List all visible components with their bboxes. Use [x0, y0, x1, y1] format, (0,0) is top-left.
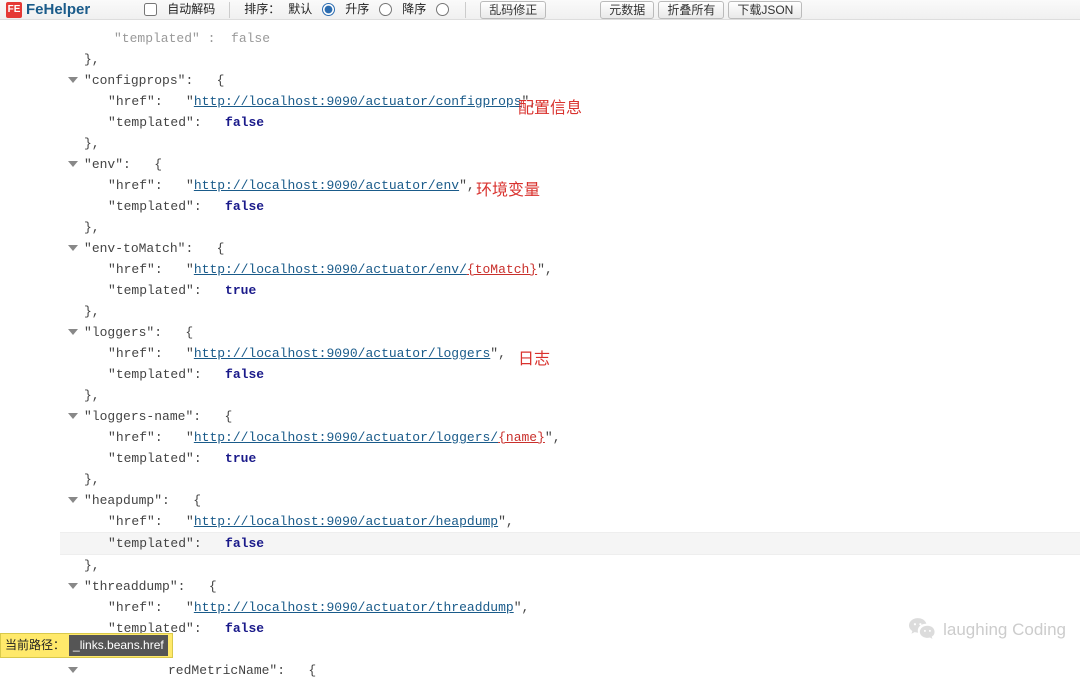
json-key: redMetricName: [168, 663, 269, 678]
href-link[interactable]: http://localhost:9090/actuator/env: [194, 178, 459, 193]
expand-toggle-icon[interactable]: [68, 413, 78, 419]
annotation-label: 配置信息: [518, 98, 582, 119]
href-link[interactable]: http://localhost:9090/actuator/loggers/: [194, 430, 498, 445]
brand-logo-icon: FE: [6, 2, 22, 18]
bool-value: false: [225, 536, 264, 551]
bool-value: false: [225, 115, 264, 130]
json-key: threaddump: [92, 579, 170, 594]
download-json-button[interactable]: 下载JSON: [728, 1, 802, 19]
annotation-label: 日志: [518, 349, 550, 370]
auto-decode-label: 自动解码: [167, 0, 215, 20]
annotation-label: 环境变量: [476, 180, 540, 201]
expand-toggle-icon[interactable]: [68, 245, 78, 251]
json-key: env-toMatch: [92, 241, 178, 256]
expand-toggle-icon[interactable]: [68, 667, 78, 673]
json-key: loggers: [92, 325, 147, 340]
json-key: heapdump: [92, 493, 154, 508]
brace-close: },: [84, 52, 100, 67]
bool-value: true: [225, 283, 256, 298]
href-variable[interactable]: {toMatch}: [467, 262, 537, 277]
href-link[interactable]: http://localhost:9090/actuator/threaddum…: [194, 600, 514, 615]
brand-name: FeHelper: [26, 0, 90, 20]
sort-label: 排序：: [244, 0, 280, 20]
separator-icon: [229, 2, 230, 18]
href-link[interactable]: http://localhost:9090/actuator/env/: [194, 262, 467, 277]
current-path-bar: 当前路径： _links.beans.href: [0, 633, 173, 658]
sort-radio-desc[interactable]: [436, 3, 449, 16]
toolbar: FE FeHelper 自动解码 排序： 默认 升序 降序 乱码修正 元数据 折…: [0, 0, 1080, 20]
json-key: configprops: [92, 73, 178, 88]
expand-toggle-icon[interactable]: [68, 583, 78, 589]
sort-opt-default-label: 默认: [288, 0, 312, 20]
right-buttons: 元数据 折叠所有 下载JSON: [600, 1, 802, 19]
bool-value: false: [225, 621, 264, 636]
sort-radio-default[interactable]: [322, 3, 335, 16]
auto-decode-checkbox[interactable]: [144, 3, 157, 16]
sort-group: 排序： 默认 升序 降序: [244, 0, 451, 20]
expand-toggle-icon[interactable]: [68, 497, 78, 503]
href-variable[interactable]: {name}: [498, 430, 545, 445]
href-link[interactable]: http://localhost:9090/actuator/configpro…: [194, 94, 522, 109]
current-path-segment: _links.beans.href: [69, 635, 168, 656]
watermark-text: laughing Coding: [943, 619, 1066, 640]
json-key: loggers-name: [92, 409, 186, 424]
json-key: env: [92, 157, 115, 172]
href-link[interactable]: http://localhost:9090/actuator/loggers: [194, 346, 490, 361]
json-viewer: "templated" : false},"configprops": {"hr…: [0, 20, 1080, 681]
sort-radio-asc[interactable]: [379, 3, 392, 16]
auto-decode-toggle[interactable]: 自动解码: [144, 0, 215, 20]
partial-line: "templated" : false: [114, 31, 270, 46]
brand: FE FeHelper: [6, 0, 90, 20]
collapse-all-button[interactable]: 折叠所有: [658, 1, 724, 19]
sort-opt-desc-label: 降序: [402, 0, 426, 20]
metadata-button[interactable]: 元数据: [600, 1, 654, 19]
bool-value: false: [225, 199, 264, 214]
expand-toggle-icon[interactable]: [68, 161, 78, 167]
wechat-icon: [909, 618, 935, 640]
bool-value: true: [225, 451, 256, 466]
expand-toggle-icon[interactable]: [68, 77, 78, 83]
sort-opt-asc-label: 升序: [345, 0, 369, 20]
href-link[interactable]: http://localhost:9090/actuator/heapdump: [194, 514, 498, 529]
separator-icon: [465, 2, 466, 18]
garbage-fix-button[interactable]: 乱码修正: [480, 1, 546, 19]
current-path-label: 当前路径：: [5, 635, 65, 656]
expand-toggle-icon[interactable]: [68, 329, 78, 335]
bool-value: false: [225, 367, 264, 382]
watermark: laughing Coding: [909, 618, 1066, 640]
